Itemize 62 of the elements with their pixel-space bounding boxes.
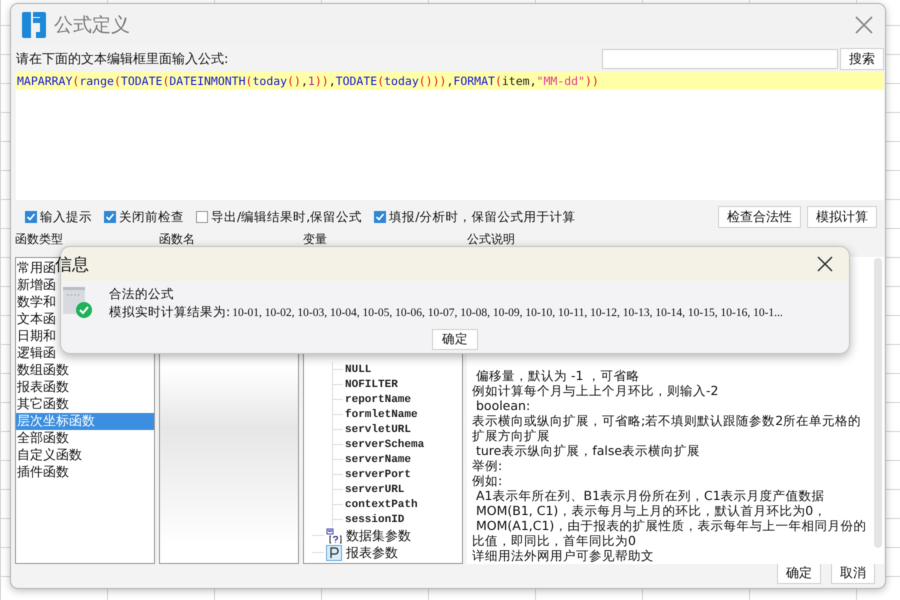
search-button[interactable]: 搜索 [840, 48, 884, 70]
description-line: 例如计算每个月与上上个月环比，则输入-2 [472, 383, 720, 398]
tree-item[interactable]: serverName [345, 454, 412, 466]
editor-prompt: 请在下面的文本编辑框里面输入公式: [16, 50, 230, 68]
document-check-icon [63, 287, 93, 319]
close-icon[interactable] [817, 256, 833, 272]
description-line: ture表示纵向扩展，false表示横向扩展 [474, 443, 702, 458]
checkbox[interactable] [104, 211, 116, 223]
category-item[interactable]: 插件函数 [16, 464, 154, 481]
tree-item[interactable]: 报表参数 [346, 544, 398, 562]
checkbox-label: 填报/分析时，保留公式用于计算 [389, 208, 576, 226]
tree-item[interactable]: reportName [345, 394, 412, 406]
window-title: 公式定义 [54, 12, 131, 38]
description-line: MOM(A1,C1)，由于报表的扩展性质，表示每年与上一年相同月份的比值，即同比，首年同比为0 [472, 518, 868, 548]
description-line: 偏移量，默认为 -1 ，可省略 [474, 368, 640, 383]
tree-item[interactable]: NULL [345, 364, 372, 376]
action-button[interactable]: 模拟计算 [807, 206, 877, 228]
description-line: 举例: [472, 458, 504, 473]
category-item[interactable]: 自定义函数 [16, 447, 154, 464]
checkbox-label: 输入提示 [40, 208, 92, 226]
category-item[interactable]: 全部函数 [16, 430, 154, 447]
category-item[interactable]: 数组函数 [16, 362, 154, 379]
formula-editor[interactable]: MAPARRAY(range(TODATE(DATEINMONTH(today(),1)),TODATE(today())),FORMAT(item,"MM-dd")) [16, 72, 884, 200]
checkbox[interactable] [196, 211, 208, 223]
tree-item[interactable]: NOFILTER [345, 378, 398, 390]
tree-item[interactable]: contextPath [345, 498, 418, 510]
parameter-icon [326, 544, 342, 560]
ok-button[interactable]: 确定 [432, 329, 478, 350]
tree-item[interactable]: 数据集参数 [346, 526, 411, 544]
message-title: 信息 [55, 254, 90, 276]
action-button[interactable]: 检查合法性 [718, 206, 801, 228]
tree-item[interactable]: formletName [345, 408, 418, 420]
message-heading: 合法的公式 [109, 285, 175, 303]
checkbox[interactable] [374, 211, 386, 223]
formula-text: MAPARRAY(range(TODATE(DATEINMONTH(today(),1)),TODATE(today())),FORMAT(item,"MM-dd")) [16, 72, 884, 90]
result-text: 10-01, 10-02, 10-03, 10-04, 10-05, 10-06, 10-07, 10-08, 10-09, 10-10, 10-11, 10-12, 10-13, 10-14, 10-15, 10-16, 10-1... [232, 307, 783, 319]
column-header: 公式说明 [467, 232, 515, 246]
description-line: 例如: [472, 473, 504, 488]
tree-item[interactable]: serverSchema [345, 438, 424, 450]
description-line: MOM(B1, C1)，表示每月与上月的环比，默认首月环比为0， [474, 503, 828, 518]
search-field[interactable] [602, 48, 838, 68]
tree-item[interactable]: sessionID [345, 514, 404, 526]
scrollbar[interactable] [874, 258, 882, 548]
column-header: 函数名 [159, 232, 195, 246]
result-label: 模拟实时计算结果为: [109, 303, 230, 321]
checkbox[interactable] [25, 211, 37, 223]
category-item[interactable]: 报表函数 [16, 379, 154, 396]
column-header: 函数类型 [15, 232, 63, 246]
app-logo-icon [22, 12, 46, 38]
description-line: A1表示年所在列、B1表示月份所在列，C1表示月度产值数据 [474, 488, 826, 503]
description-line: boolean: [474, 398, 532, 413]
dataset-icon [326, 528, 342, 544]
tree-item[interactable]: servletURL [345, 424, 412, 436]
checkbox-label: 关闭前检查 [119, 208, 184, 226]
checkbox-label: 导出/编辑结果时,保留公式 [211, 208, 362, 226]
dialog-button[interactable]: 取消 [831, 562, 875, 584]
tree-item[interactable]: serverPort [345, 468, 412, 480]
dialog-button[interactable]: 确定 [777, 562, 821, 584]
column-header: 变量 [303, 232, 327, 246]
tree-item[interactable]: serverURL [345, 484, 404, 496]
category-item[interactable]: 其它函数 [16, 396, 154, 413]
description-line: 详细用法外网用户可参见帮助文 [472, 548, 655, 563]
